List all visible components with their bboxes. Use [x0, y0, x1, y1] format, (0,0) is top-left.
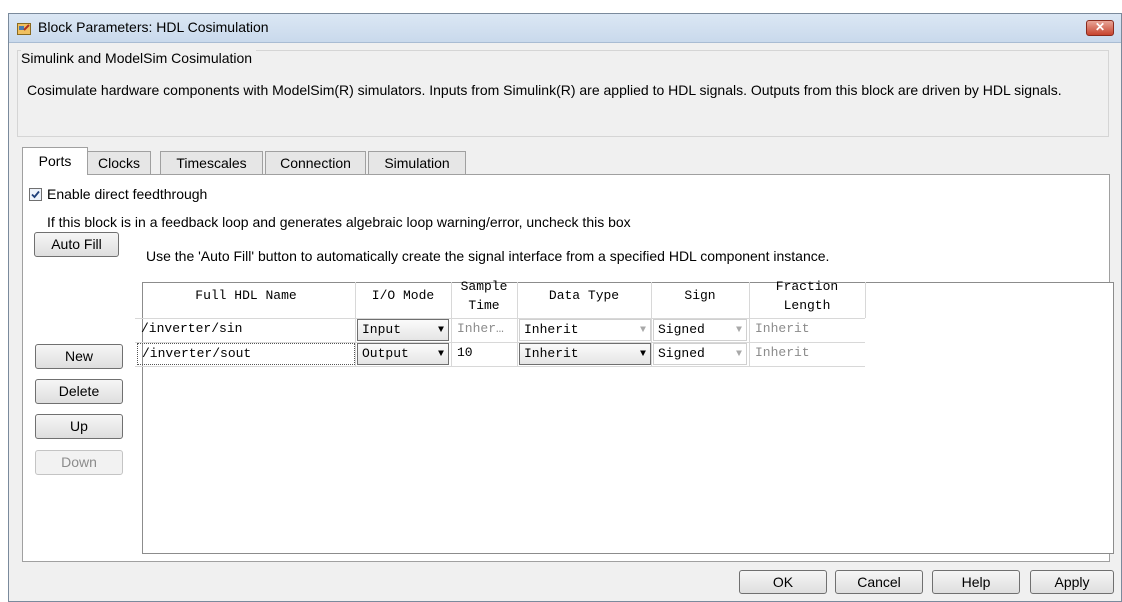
dropdown-arrow-icon: ▼ — [639, 349, 646, 360]
close-button[interactable]: ✕ — [1086, 20, 1114, 36]
col-sample-time-1: Sample — [460, 279, 508, 294]
col-divider — [651, 282, 652, 366]
feedthrough-label: Enable direct feedthrough — [47, 186, 208, 202]
row2-sign-value: Signed — [658, 346, 705, 361]
row2-io-mode-select[interactable]: Output ▼ — [357, 343, 449, 365]
row1-data-type-select: Inherit ▼ — [519, 319, 651, 341]
col-divider — [517, 282, 518, 366]
col-divider — [355, 282, 356, 366]
close-icon: ✕ — [1094, 20, 1106, 34]
row2-sample-time[interactable]: 10 — [453, 343, 517, 365]
dropdown-arrow-icon: ▼ — [639, 325, 646, 336]
col-divider — [865, 282, 866, 318]
col-sign: Sign — [684, 288, 716, 303]
col-fraction-length-2: Length — [783, 298, 831, 313]
ok-button[interactable]: OK — [739, 570, 827, 594]
down-button: Down — [35, 450, 123, 475]
tab-clocks[interactable]: Clocks — [87, 151, 151, 174]
delete-button[interactable]: Delete — [35, 379, 123, 404]
group-description: Cosimulate hardware components with Mode… — [27, 82, 1062, 98]
row1-io-mode-value: Input — [362, 322, 402, 337]
dropdown-arrow-icon: ▼ — [437, 325, 444, 336]
dialog-window: Block Parameters: HDL Cosimulation ✕ Sim… — [8, 13, 1122, 602]
row2-data-type-select[interactable]: Inherit ▼ — [519, 343, 651, 365]
row1-io-mode-select[interactable]: Input ▼ — [357, 319, 449, 341]
row2-fraction-length: Inherit — [755, 345, 810, 360]
row2-sign-select: Signed ▼ — [653, 343, 747, 365]
group-title: Simulink and ModelSim Cosimulation — [21, 50, 257, 66]
row2-hdl-name[interactable]: /inverter/sout — [137, 343, 355, 365]
feedback-help-text: If this block is in a feedback loop and … — [47, 214, 631, 230]
col-full-hdl-name: Full HDL Name — [195, 288, 297, 303]
row2-io-mode-value: Output — [362, 346, 409, 361]
row1-data-type-value: Inherit — [524, 322, 579, 337]
tab-connection[interactable]: Connection — [265, 151, 366, 174]
up-button[interactable]: Up — [35, 414, 123, 439]
row2-data-type-value: Inherit — [524, 346, 579, 361]
feedthrough-checkbox[interactable] — [29, 188, 42, 201]
col-data-type: Data Type — [548, 288, 620, 303]
row1-sample-time: Inher… — [457, 321, 504, 336]
col-divider — [749, 282, 750, 366]
row1-sign-value: Signed — [658, 322, 705, 337]
col-io-mode: I/O Mode — [371, 288, 435, 303]
auto-fill-button[interactable]: Auto Fill — [34, 232, 119, 257]
tab-timescales[interactable]: Timescales — [160, 151, 263, 174]
dropdown-arrow-icon: ▼ — [735, 325, 742, 336]
row-divider — [135, 366, 865, 367]
col-sample-time-2: Time — [468, 298, 500, 313]
tab-simulation[interactable]: Simulation — [368, 151, 466, 174]
dropdown-arrow-icon: ▼ — [735, 349, 742, 360]
apply-button[interactable]: Apply — [1030, 570, 1114, 594]
tab-ports[interactable]: Ports — [22, 147, 88, 175]
row1-hdl-name[interactable]: /inverter/sin — [137, 319, 355, 341]
new-button[interactable]: New — [35, 344, 123, 369]
window-title: Block Parameters: HDL Cosimulation — [38, 19, 269, 35]
col-divider — [451, 282, 452, 366]
row1-fraction-length: Inherit — [755, 321, 810, 336]
block-parameters-icon — [17, 23, 31, 35]
help-button[interactable]: Help — [932, 570, 1020, 594]
check-icon — [31, 190, 40, 199]
title-bar[interactable]: Block Parameters: HDL Cosimulation ✕ — [9, 14, 1121, 43]
col-fraction-length-1: Fraction — [775, 279, 839, 294]
cancel-button[interactable]: Cancel — [835, 570, 923, 594]
auto-fill-hint: Use the 'Auto Fill' button to automatica… — [146, 248, 830, 264]
row1-sign-select: Signed ▼ — [653, 319, 747, 341]
dropdown-arrow-icon: ▼ — [437, 349, 444, 360]
